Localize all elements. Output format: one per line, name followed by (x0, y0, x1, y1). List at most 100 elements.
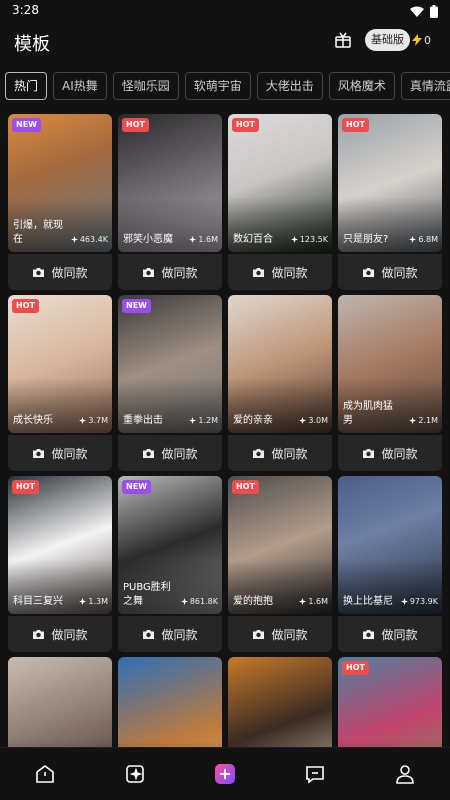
tab-1[interactable]: AI热舞 (53, 72, 107, 100)
make-same-button[interactable]: 做同款 (338, 616, 442, 652)
tab-0[interactable]: 热门 (5, 72, 48, 100)
template-title: 换上比基尼 (343, 596, 393, 607)
camera-icon (363, 629, 375, 639)
make-same-label: 做同款 (161, 265, 198, 280)
template-card[interactable]: HOT 成长快乐 3.7M 做同款 (8, 295, 112, 473)
messages-icon[interactable] (303, 762, 327, 786)
make-same-button[interactable]: 做同款 (8, 616, 112, 652)
template-card[interactable]: 爱的亲亲 3.0M 做同款 (228, 295, 332, 473)
make-same-button[interactable]: 做同款 (8, 254, 112, 290)
home-icon[interactable] (33, 762, 57, 786)
camera-icon (143, 267, 155, 277)
status-time: 3:28 (12, 3, 39, 17)
camera-icon (33, 267, 45, 277)
usage-value: 1.6M (308, 597, 328, 606)
template-card[interactable]: HOT 只是朋友? 6.8M 做同款 (338, 114, 442, 292)
template-thumbnail[interactable] (228, 657, 332, 747)
make-same-button[interactable]: 做同款 (8, 435, 112, 471)
template-card[interactable]: NEW PUBG胜利之舞 861.8K 做同款 (118, 476, 222, 654)
template-thumbnail[interactable] (118, 657, 222, 747)
camera-icon (253, 267, 265, 277)
usage-value: 861.8K (189, 597, 218, 606)
template-card[interactable] (118, 657, 222, 747)
tab-5[interactable]: 风格魔术 (328, 72, 395, 100)
template-title: 爱的亲亲 (233, 415, 273, 426)
make-same-button[interactable]: 做同款 (228, 254, 332, 290)
make-same-label: 做同款 (271, 627, 308, 642)
status-bar: 3:28 (0, 0, 450, 22)
template-thumbnail[interactable]: 成为肌肉猛男 2.1M (338, 295, 442, 433)
template-thumbnail[interactable]: NEW PUBG胜利之舞 861.8K (118, 476, 222, 614)
create-icon[interactable] (213, 762, 237, 786)
hot-badge: HOT (232, 480, 259, 494)
template-thumbnail[interactable] (8, 657, 112, 747)
camera-icon (143, 448, 155, 458)
template-card[interactable] (8, 657, 112, 747)
tab-3[interactable]: 软萌宇宙 (184, 72, 251, 100)
sparkle-icon (189, 236, 197, 243)
template-thumbnail[interactable]: 换上比基尼 973.9K (338, 476, 442, 614)
usage-value: 2.1M (418, 416, 438, 425)
template-thumbnail[interactable]: HOT 数幻百合 123.5K (228, 114, 332, 252)
plan-badge[interactable]: 基础版 (365, 29, 410, 51)
hot-badge: HOT (232, 118, 259, 132)
usage-count: 2.1M (409, 416, 438, 425)
tab-6[interactable]: 真情流露 (400, 72, 450, 100)
hot-badge: HOT (342, 118, 369, 132)
make-same-button[interactable]: 做同款 (338, 254, 442, 290)
usage-count: 463.4K (70, 235, 108, 244)
sparkle-icon (400, 598, 408, 605)
top-bar: 模板 基础版 0 (0, 24, 450, 60)
template-thumbnail[interactable]: HOT (338, 657, 442, 747)
usage-value: 463.4K (79, 235, 108, 244)
template-icon[interactable] (123, 762, 147, 786)
make-same-label: 做同款 (51, 446, 88, 461)
make-same-button[interactable]: 做同款 (118, 616, 222, 652)
template-title: 邪笑小恶魔 (123, 234, 173, 245)
template-thumbnail[interactable]: NEW 引爆，就现在 463.4K (8, 114, 112, 252)
template-thumbnail[interactable]: HOT 邪笑小恶魔 1.6M (118, 114, 222, 252)
tab-2[interactable]: 怪咖乐园 (112, 72, 179, 100)
camera-icon (253, 448, 265, 458)
usage-value: 1.6M (198, 235, 218, 244)
camera-icon (143, 629, 155, 639)
template-thumbnail[interactable]: HOT 只是朋友? 6.8M (338, 114, 442, 252)
usage-count: 6.8M (409, 235, 438, 244)
template-card[interactable]: HOT 邪笑小恶魔 1.6M 做同款 (118, 114, 222, 292)
hot-badge: HOT (342, 661, 369, 675)
template-card[interactable]: NEW 重拳出击 1.2M 做同款 (118, 295, 222, 473)
template-thumbnail[interactable]: HOT 成长快乐 3.7M (8, 295, 112, 433)
template-thumbnail[interactable]: HOT 科目三复兴 1.3M (8, 476, 112, 614)
template-card[interactable]: 成为肌肉猛男 2.1M 做同款 (338, 295, 442, 473)
make-same-label: 做同款 (51, 627, 88, 642)
make-same-button[interactable]: 做同款 (118, 254, 222, 290)
gift-icon[interactable] (334, 31, 352, 53)
tab-4[interactable]: 大佬出击 (256, 72, 323, 100)
template-card[interactable] (228, 657, 332, 747)
make-same-button[interactable]: 做同款 (338, 435, 442, 471)
template-thumbnail[interactable]: 爱的亲亲 3.0M (228, 295, 332, 433)
template-card[interactable]: NEW 引爆，就现在 463.4K 做同款 (8, 114, 112, 292)
template-thumbnail[interactable]: NEW 重拳出击 1.2M (118, 295, 222, 433)
credits-counter[interactable]: 0 (412, 29, 431, 51)
camera-icon (363, 267, 375, 277)
template-card[interactable]: HOT (338, 657, 442, 747)
usage-value: 123.5K (299, 235, 328, 244)
make-same-button[interactable]: 做同款 (118, 435, 222, 471)
make-same-button[interactable]: 做同款 (228, 616, 332, 652)
profile-icon[interactable] (393, 762, 417, 786)
template-card[interactable]: 换上比基尼 973.9K 做同款 (338, 476, 442, 654)
usage-value: 6.8M (418, 235, 438, 244)
template-thumbnail[interactable]: HOT 爱的抱抱 1.6M (228, 476, 332, 614)
make-same-button[interactable]: 做同款 (228, 435, 332, 471)
sparkle-icon (299, 417, 307, 424)
template-title: 科目三复兴 (13, 596, 63, 607)
make-same-label: 做同款 (161, 446, 198, 461)
template-card[interactable]: HOT 爱的抱抱 1.6M 做同款 (228, 476, 332, 654)
thumbnail-shade (8, 740, 112, 747)
template-title: 成长快乐 (13, 415, 53, 426)
bottom-nav (0, 747, 450, 800)
template-card[interactable]: HOT 数幻百合 123.5K 做同款 (228, 114, 332, 292)
sparkle-icon (79, 598, 87, 605)
template-card[interactable]: HOT 科目三复兴 1.3M 做同款 (8, 476, 112, 654)
